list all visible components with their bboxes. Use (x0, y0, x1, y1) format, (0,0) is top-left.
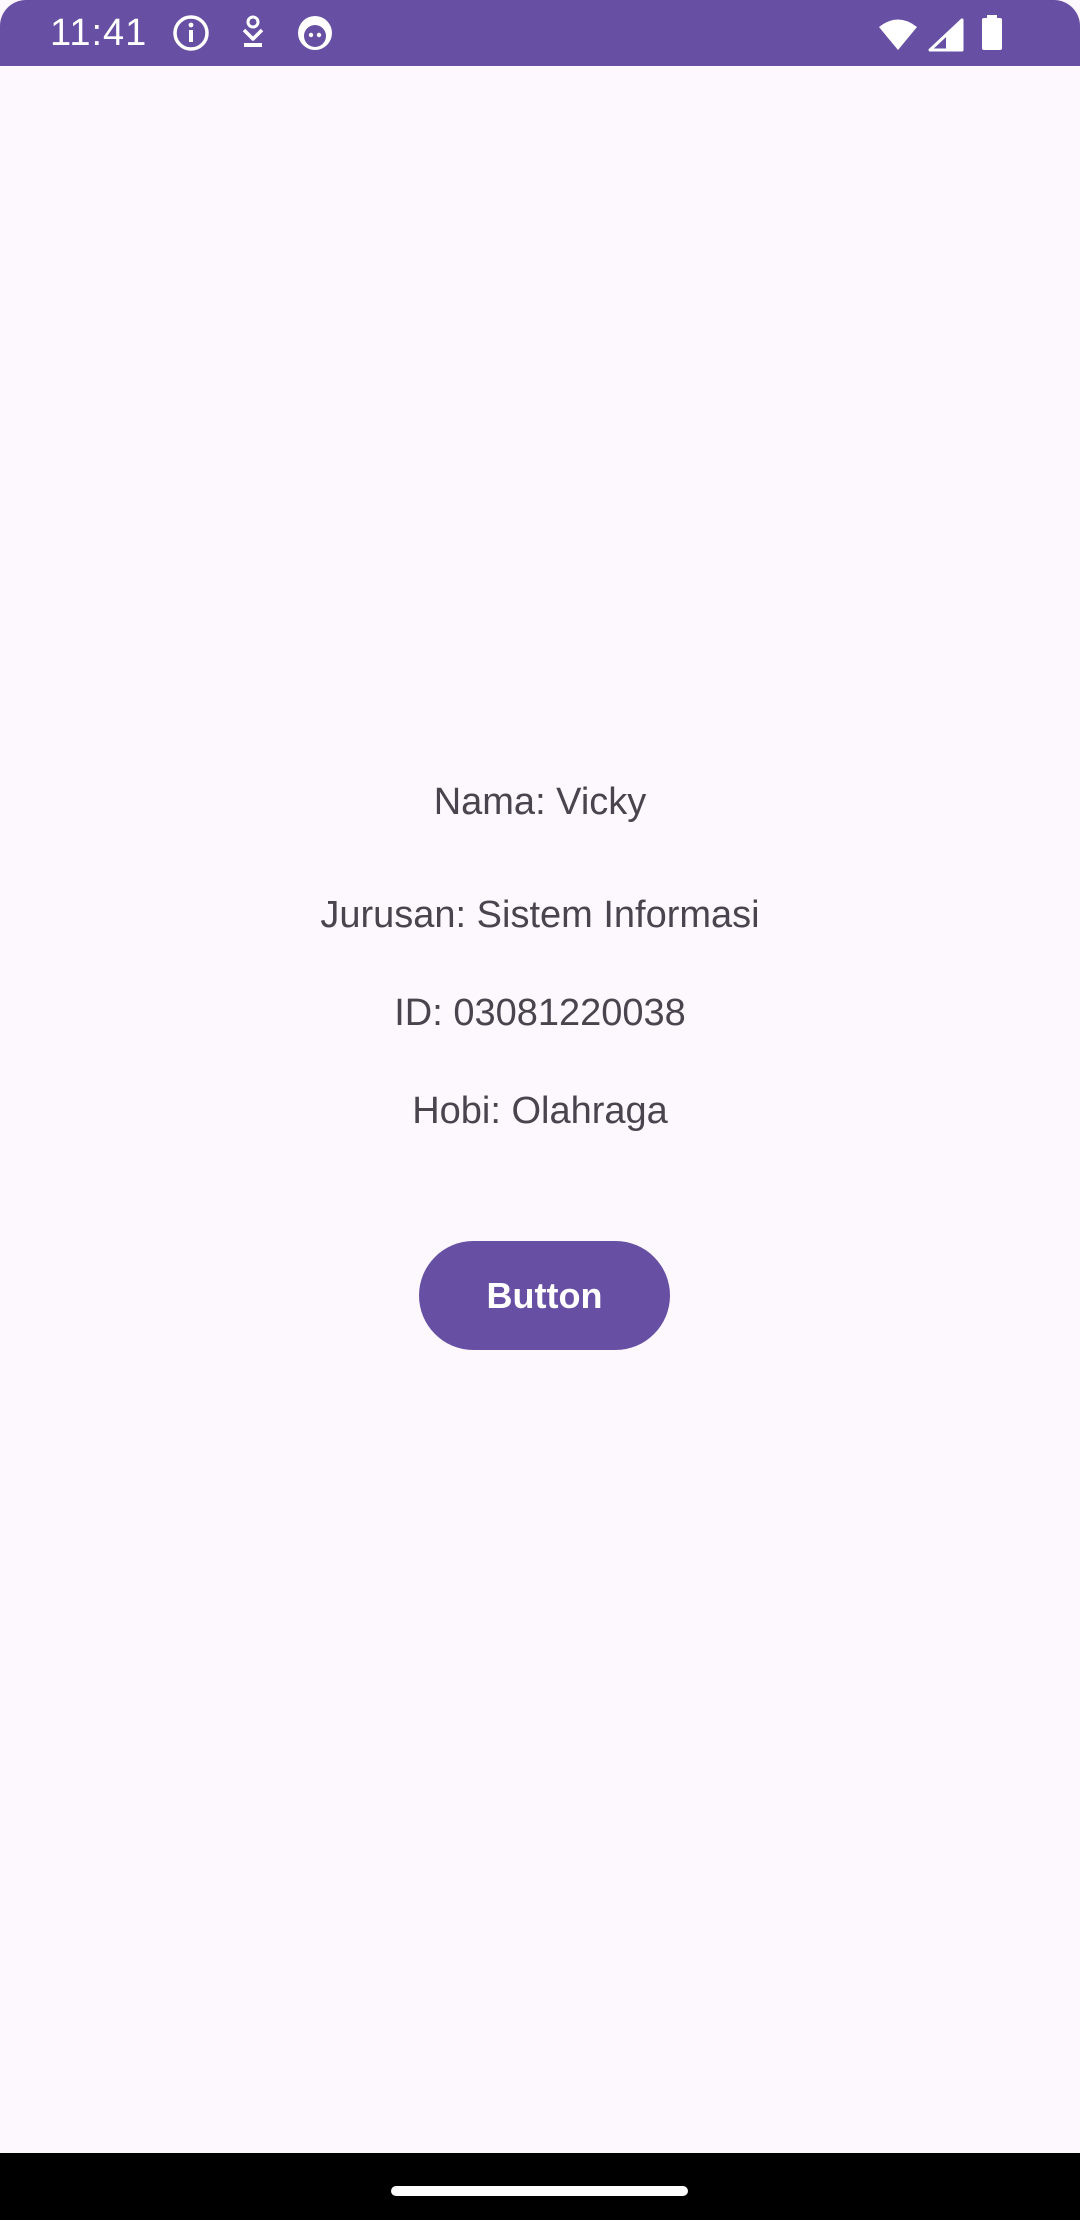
signal-icon (928, 16, 964, 54)
navigation-bar (0, 2153, 1080, 2220)
hobby-text: Hobi: Olahraga (412, 1090, 668, 1132)
wifi-icon (878, 16, 918, 54)
main-button[interactable]: Button (419, 1241, 670, 1350)
face-icon (296, 14, 334, 52)
info-icon (172, 14, 210, 52)
status-time: 11:41 (50, 12, 148, 54)
status-bar: 11:41 (0, 0, 1080, 66)
major-text: Jurusan: Sistem Informasi (320, 894, 760, 936)
main-content: Nama: Vicky Jurusan: Sistem Informasi ID… (0, 66, 1080, 2153)
battery-icon (980, 14, 1004, 52)
name-text: Nama: Vicky (433, 781, 647, 823)
id-text: ID: 03081220038 (394, 992, 686, 1034)
home-gesture-handle[interactable] (391, 2186, 688, 2196)
download-icon (238, 14, 268, 52)
